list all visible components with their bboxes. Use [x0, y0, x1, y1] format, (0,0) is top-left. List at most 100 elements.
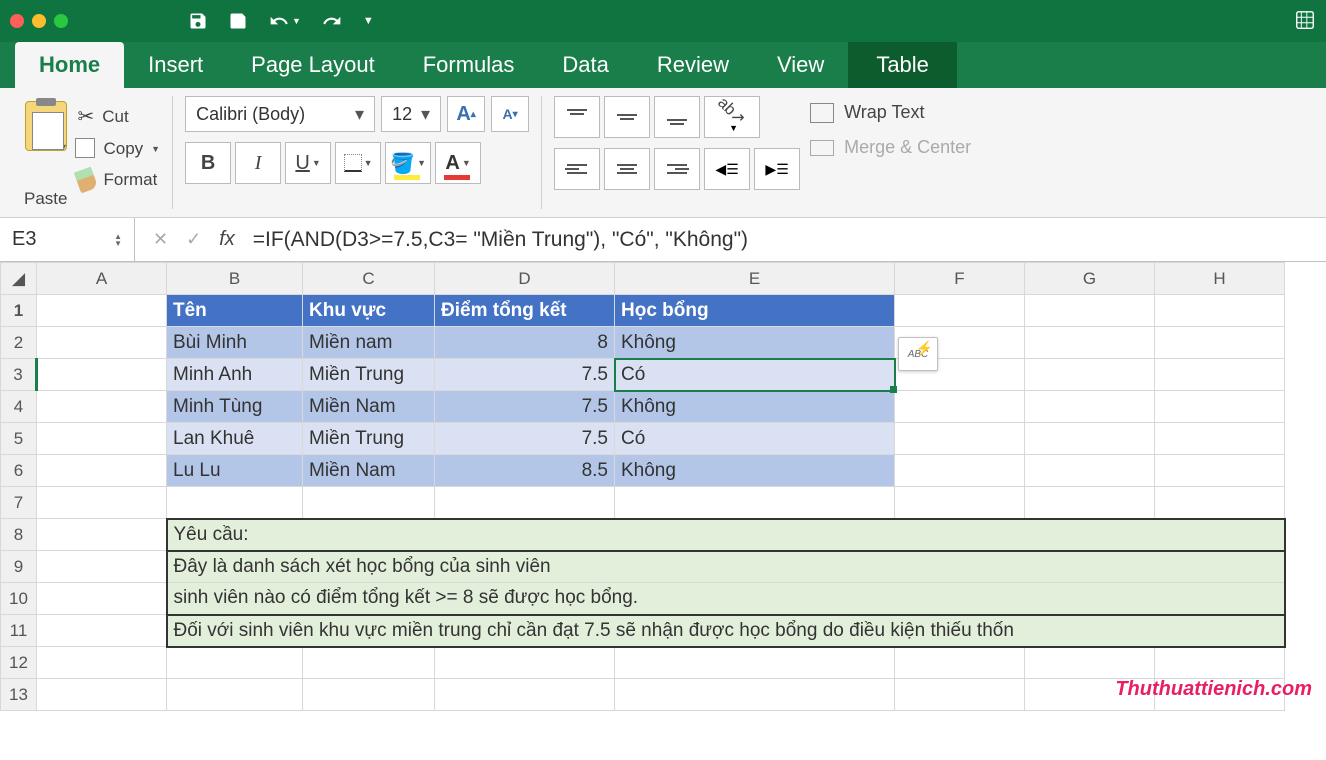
cell[interactable]: Học bổng: [615, 295, 895, 327]
active-cell-e3[interactable]: Có: [615, 359, 895, 391]
cut-button[interactable]: ✂ Cut: [77, 104, 160, 129]
row-header[interactable]: 13: [1, 679, 37, 711]
col-header-d[interactable]: D: [435, 263, 615, 295]
paste-button[interactable]: ▼ Paste: [24, 96, 67, 209]
row-header[interactable]: 2: [1, 327, 37, 359]
row-header[interactable]: 11: [1, 615, 37, 647]
col-header-b[interactable]: B: [167, 263, 303, 295]
tab-review[interactable]: Review: [633, 42, 753, 88]
orientation-button[interactable]: ab↗▼: [704, 96, 760, 138]
decrease-indent-button[interactable]: ◀☰: [704, 148, 750, 190]
cell[interactable]: Miền Nam: [303, 391, 435, 423]
maximize-window-button[interactable]: [54, 14, 68, 28]
cell[interactable]: 8.5: [435, 455, 615, 487]
cell[interactable]: Minh Anh: [167, 359, 303, 391]
name-box[interactable]: E3 ▲▼: [0, 218, 135, 261]
cell[interactable]: Lu Lu: [167, 455, 303, 487]
cell[interactable]: Lan Khuê: [167, 423, 303, 455]
increase-indent-button[interactable]: ▶☰: [754, 148, 800, 190]
col-header-h[interactable]: H: [1155, 263, 1285, 295]
cell[interactable]: Có: [615, 423, 895, 455]
tab-insert[interactable]: Insert: [124, 42, 227, 88]
cell[interactable]: Minh Tùng: [167, 391, 303, 423]
fill-color-button[interactable]: 🪣▼: [385, 142, 431, 184]
copy-button[interactable]: Copy ▼: [77, 139, 160, 159]
fx-label[interactable]: fx: [219, 228, 235, 251]
cell[interactable]: Điểm tổng kết: [435, 295, 615, 327]
cell[interactable]: Không: [615, 327, 895, 359]
cell[interactable]: Tên: [167, 295, 303, 327]
save-icon[interactable]: [188, 11, 208, 31]
cell[interactable]: Đối với sinh viên khu vực miền trung chỉ…: [167, 615, 1285, 647]
cell[interactable]: sinh viên nào có điểm tổng kết >= 8 sẽ đ…: [167, 583, 1285, 615]
cell[interactable]: Miền Nam: [303, 455, 435, 487]
merge-center-button[interactable]: Merge & Center: [810, 137, 971, 158]
row-header[interactable]: 6: [1, 455, 37, 487]
redo-button[interactable]: [321, 11, 343, 31]
cell[interactable]: Miền nam: [303, 327, 435, 359]
row-header[interactable]: 7: [1, 487, 37, 519]
tab-page-layout[interactable]: Page Layout: [227, 42, 399, 88]
row-header[interactable]: 1: [1, 295, 37, 327]
font-name-combo[interactable]: Calibri (Body) ▾: [185, 96, 375, 132]
row-header[interactable]: 8: [1, 519, 37, 551]
cell[interactable]: 7.5: [435, 423, 615, 455]
fill-handle[interactable]: [890, 386, 897, 393]
cell[interactable]: Bùi Minh: [167, 327, 303, 359]
row-header[interactable]: 9: [1, 551, 37, 583]
align-bottom-button[interactable]: [654, 96, 700, 138]
close-window-button[interactable]: [10, 14, 24, 28]
formula-input[interactable]: =IF(AND(D3>=7.5,C3= "Miền Trung"), "Có",…: [247, 228, 1326, 252]
wrap-text-button[interactable]: Wrap Text: [810, 102, 971, 123]
cell[interactable]: Miền Trung: [303, 423, 435, 455]
cell[interactable]: Đây là danh sách xét học bổng của sinh v…: [167, 551, 1285, 583]
format-painter-button[interactable]: Format: [77, 169, 160, 191]
tab-home[interactable]: Home: [15, 42, 124, 88]
font-color-button[interactable]: A▼: [435, 142, 481, 184]
col-header-c[interactable]: C: [303, 263, 435, 295]
tab-view[interactable]: View: [753, 42, 848, 88]
autofill-options-button[interactable]: ABC ⚡: [898, 337, 938, 371]
cell[interactable]: 8: [435, 327, 615, 359]
align-middle-button[interactable]: [604, 96, 650, 138]
col-header-g[interactable]: G: [1025, 263, 1155, 295]
cell[interactable]: Miền Trung: [303, 359, 435, 391]
tab-formulas[interactable]: Formulas: [399, 42, 539, 88]
row-header[interactable]: 12: [1, 647, 37, 679]
save-dropdown-icon[interactable]: [228, 11, 248, 31]
font-size-combo[interactable]: 12 ▾: [381, 96, 441, 132]
shrink-font-button[interactable]: A▾: [491, 96, 529, 132]
name-box-stepper[interactable]: ▲▼: [114, 233, 122, 247]
tab-data[interactable]: Data: [538, 42, 632, 88]
cell[interactable]: Không: [615, 391, 895, 423]
align-top-button[interactable]: [554, 96, 600, 138]
cell[interactable]: Yêu cầu:: [167, 519, 1285, 551]
bold-button[interactable]: B: [185, 142, 231, 184]
cancel-formula-button[interactable]: ✕: [153, 229, 168, 250]
cell[interactable]: Không: [615, 455, 895, 487]
undo-button[interactable]: ▼: [268, 11, 301, 31]
col-header-a[interactable]: A: [37, 263, 167, 295]
grow-font-button[interactable]: A▴: [447, 96, 485, 132]
minimize-window-button[interactable]: [32, 14, 46, 28]
row-header[interactable]: 10: [1, 583, 37, 615]
row-header[interactable]: 5: [1, 423, 37, 455]
select-all-corner[interactable]: ◢: [1, 263, 37, 295]
enter-formula-button[interactable]: ✓: [186, 229, 201, 250]
cell[interactable]: 7.5: [435, 391, 615, 423]
underline-button[interactable]: U▼: [285, 142, 331, 184]
cell[interactable]: 7.5: [435, 359, 615, 391]
border-button[interactable]: ▼: [335, 142, 381, 184]
row-header[interactable]: 3: [1, 359, 37, 391]
align-right-button[interactable]: [654, 148, 700, 190]
qat-more-icon[interactable]: ▼: [363, 15, 374, 27]
col-header-e[interactable]: E: [615, 263, 895, 295]
spreadsheet-grid[interactable]: ◢ A B C D E F G H 1 Tên Khu vực Điểm tổn…: [0, 262, 1326, 711]
col-header-f[interactable]: F: [895, 263, 1025, 295]
align-left-button[interactable]: [554, 148, 600, 190]
align-center-button[interactable]: [604, 148, 650, 190]
row-header[interactable]: 4: [1, 391, 37, 423]
italic-button[interactable]: I: [235, 142, 281, 184]
tab-table[interactable]: Table: [848, 42, 957, 88]
cell[interactable]: Khu vực: [303, 295, 435, 327]
